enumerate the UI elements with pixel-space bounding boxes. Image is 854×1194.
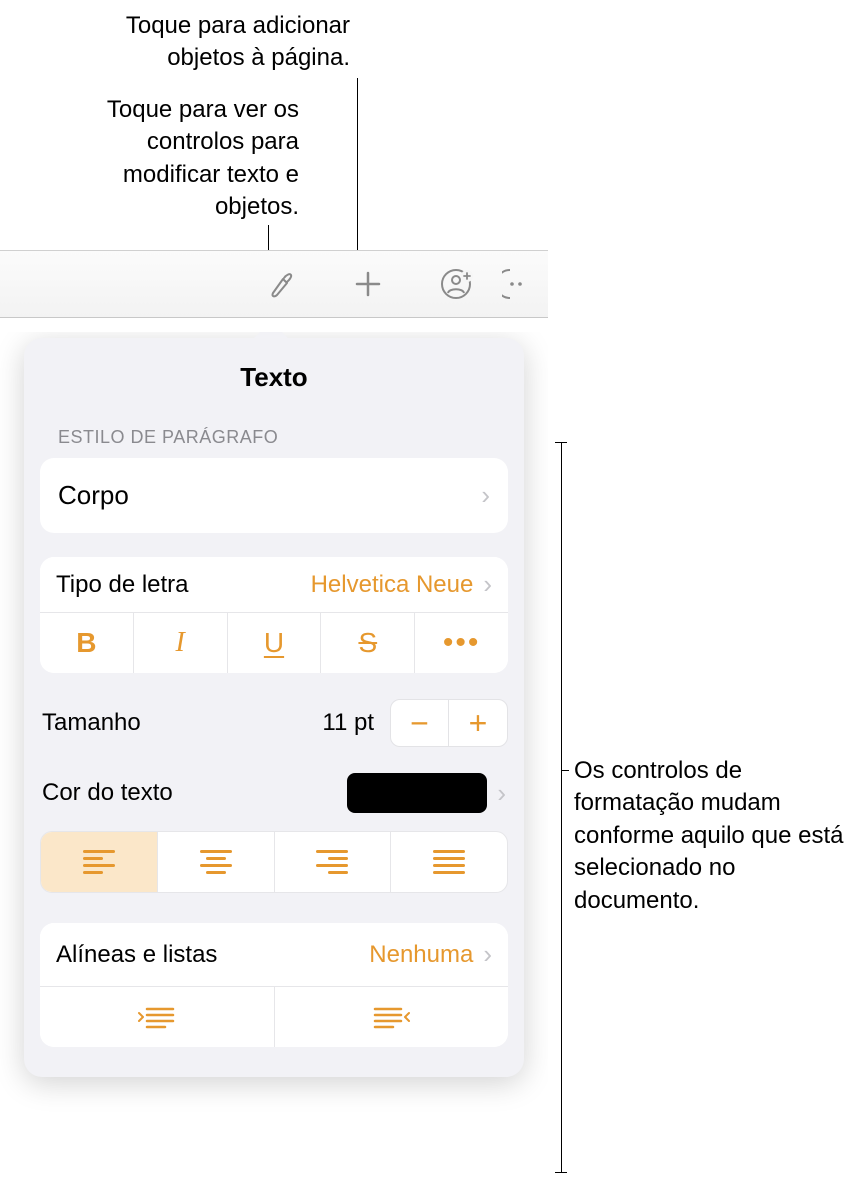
chevron-right-icon: › — [483, 939, 492, 970]
callout-line — [555, 442, 567, 443]
indent-button[interactable] — [275, 987, 509, 1047]
chevron-right-icon: › — [481, 480, 490, 511]
align-justify-icon — [433, 850, 465, 874]
bullets-value: Nenhuma — [369, 941, 473, 969]
panel-title: Texto — [40, 362, 508, 393]
more-circle-icon — [502, 266, 538, 302]
align-center-button[interactable] — [158, 832, 275, 892]
callout-line — [357, 78, 358, 258]
align-justify-button[interactable] — [391, 832, 507, 892]
align-center-icon — [200, 850, 232, 874]
font-value: Helvetica Neue — [311, 571, 474, 599]
person-add-icon — [438, 266, 474, 302]
paragraph-style-value: Corpo — [58, 480, 129, 511]
panel-container: Texto ESTILO DE PARÁGRAFO Corpo › Tipo d… — [0, 332, 548, 1194]
align-left-button[interactable] — [41, 832, 158, 892]
indent-buttons — [40, 986, 508, 1047]
callout-format-controls: Os controlos de formatação mudam conform… — [574, 755, 844, 917]
more-button[interactable] — [500, 256, 540, 312]
size-decrease-button[interactable]: − — [391, 700, 449, 746]
chevron-right-icon: › — [497, 778, 506, 809]
size-label: Tamanho — [42, 709, 141, 737]
align-right-button[interactable] — [275, 832, 392, 892]
underline-button[interactable]: U — [228, 613, 322, 673]
indent-icon — [371, 1003, 411, 1031]
format-panel: Texto ESTILO DE PARÁGRAFO Corpo › Tipo d… — [24, 338, 524, 1077]
outdent-icon — [137, 1003, 177, 1031]
format-brush-icon — [263, 267, 297, 301]
text-color-swatch — [347, 773, 487, 813]
bold-button[interactable]: B — [40, 613, 134, 673]
text-color-row[interactable]: Cor do texto › — [40, 755, 508, 831]
callout-line — [555, 1172, 567, 1173]
callout-line — [561, 442, 562, 1172]
add-button[interactable] — [324, 256, 412, 312]
alignment-buttons — [40, 831, 508, 893]
font-row[interactable]: Tipo de letra Helvetica Neue › — [40, 557, 508, 612]
size-stepper: − + — [390, 699, 508, 747]
bullets-lists-row[interactable]: Alíneas e listas Nenhuma › — [40, 923, 508, 986]
align-right-icon — [316, 850, 348, 874]
paragraph-style-label: ESTILO DE PARÁGRAFO — [40, 427, 508, 448]
strikethrough-button[interactable]: S — [321, 613, 415, 673]
text-style-buttons: B I U S ••• — [40, 612, 508, 673]
outdent-button[interactable] — [40, 987, 275, 1047]
font-label: Tipo de letra — [56, 571, 189, 599]
callout-add-objects: Toque para adicionar objetos à página. — [50, 10, 350, 75]
size-value: 11 pt — [322, 709, 374, 737]
italic-button[interactable]: I — [134, 613, 228, 673]
format-button[interactable] — [236, 256, 324, 312]
size-row: Tamanho 11 pt − + — [40, 681, 508, 755]
more-styles-button[interactable]: ••• — [415, 613, 508, 673]
toolbar — [0, 250, 548, 318]
size-increase-button[interactable]: + — [449, 700, 507, 746]
plus-icon — [351, 267, 385, 301]
callout-line — [561, 770, 569, 771]
collaborate-button[interactable] — [412, 256, 500, 312]
chevron-right-icon: › — [483, 569, 492, 600]
text-color-label: Cor do texto — [42, 779, 173, 807]
bullets-label: Alíneas e listas — [56, 941, 217, 969]
align-left-icon — [83, 850, 115, 874]
callout-modify-controls: Toque para ver os controlos para modific… — [50, 94, 299, 224]
paragraph-style-row[interactable]: Corpo › — [40, 458, 508, 533]
